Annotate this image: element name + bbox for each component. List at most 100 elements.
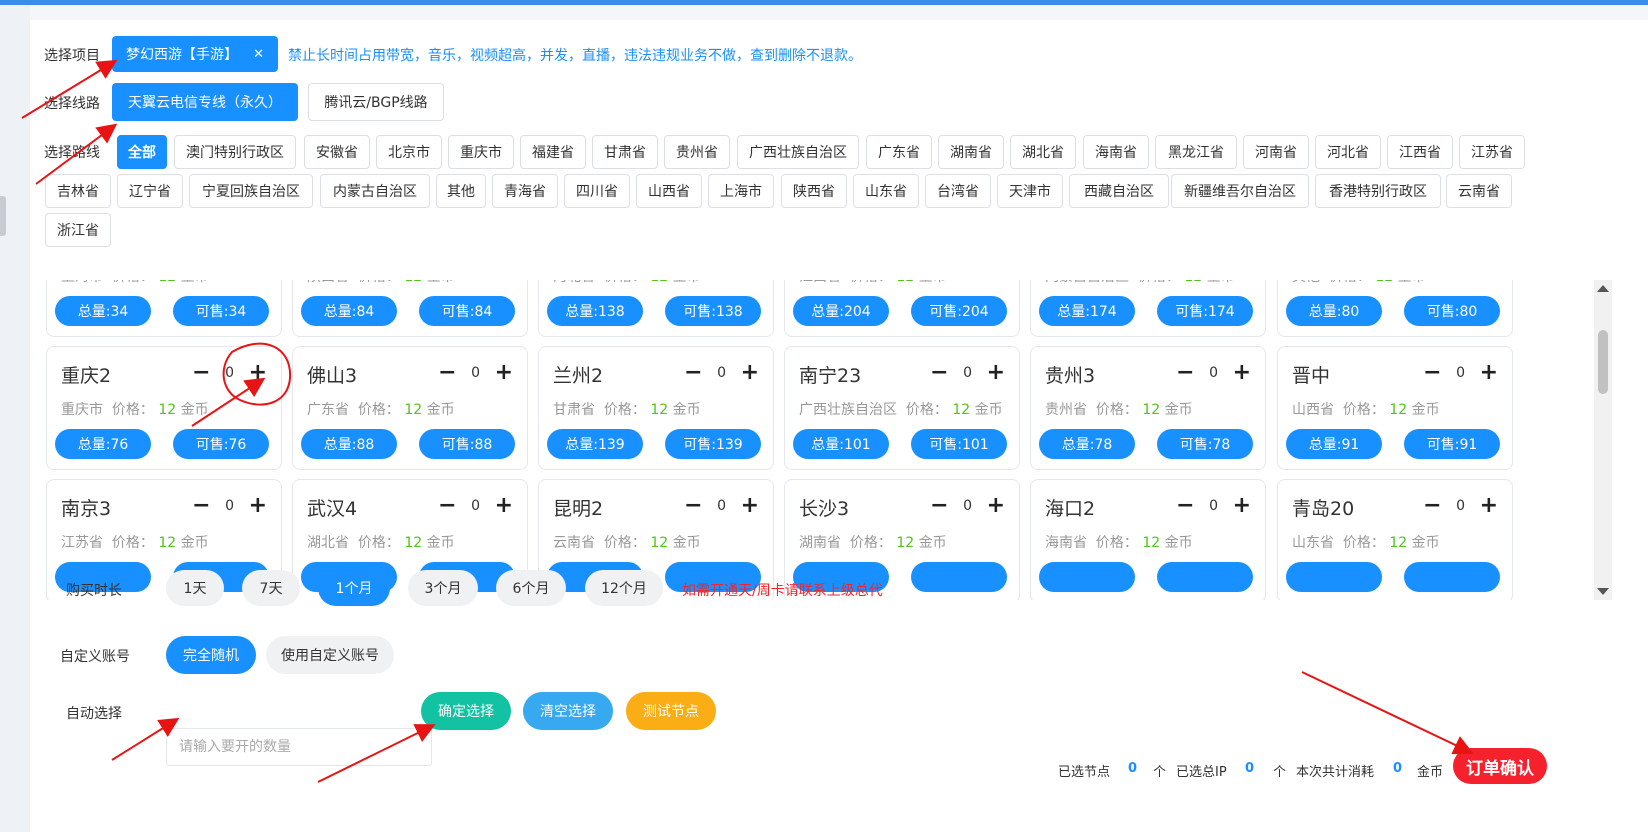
price-label: 价格： [1342,402,1385,418]
left-sidebar-strip [0,5,30,832]
region-chip[interactable]: 四川省 [564,174,630,208]
region-chip[interactable]: 新疆维吾尔自治区 [1171,174,1309,208]
quantity-value: 0 [225,498,235,514]
region-chip[interactable]: 山西省 [636,174,702,208]
close-icon[interactable]: ✕ [253,47,264,62]
region-chip[interactable]: 台湾省 [925,174,991,208]
node-price: 12 [404,535,423,551]
node-grid-scroll-thumb[interactable] [1598,330,1608,394]
region-chip[interactable]: 甘肃省 [592,135,658,169]
node-province: 上海市 [61,280,103,285]
node-province: 云南省 [553,535,595,551]
minus-icon[interactable]: − [438,362,456,384]
minus-icon[interactable]: − [438,495,456,517]
node-quantity-input[interactable] [166,728,432,766]
region-chip[interactable]: 香港特别行政区 [1315,174,1441,208]
minus-icon[interactable]: − [192,495,210,517]
plus-icon[interactable]: + [987,362,1005,384]
region-chip[interactable]: 内蒙古自治区 [320,174,430,208]
quantity-stepper: −0 + [1423,495,1498,517]
duration-option[interactable]: 6个月 [496,570,566,606]
quantity-stepper: −0 + [684,495,759,517]
available-badge: 可售:78 [1157,429,1253,459]
region-chip[interactable]: 西藏自治区 [1069,174,1169,208]
selected-project-tag[interactable]: 梦幻西游【手游】 ✕ [112,36,278,72]
minus-icon[interactable]: − [1176,362,1194,384]
sidebar-collapse-handle[interactable] [0,196,6,236]
minus-icon[interactable]: − [1176,495,1194,517]
scroll-up-icon[interactable] [1597,285,1609,292]
node-card: −0+其他 价格： 12 金币总量:80可售:80 [1277,280,1513,337]
minus-icon[interactable]: − [684,362,702,384]
region-chip[interactable]: 宁夏回族自治区 [189,174,313,208]
region-chip[interactable]: 浙江省 [45,213,111,247]
plus-icon[interactable]: + [495,495,513,517]
region-chip[interactable]: 青海省 [492,174,558,208]
line-option-bgp[interactable]: 腾讯云/BGP线路 [308,83,444,121]
region-chip[interactable]: 其他 [436,174,486,208]
region-chip[interactable]: 江苏省 [1459,135,1525,169]
plus-icon[interactable]: + [1233,495,1251,517]
duration-option[interactable]: 12个月 [585,570,663,606]
minus-icon[interactable]: − [1423,362,1441,384]
region-chip[interactable]: 广东省 [866,135,932,169]
price-label: 价格： [604,280,646,285]
plus-icon[interactable]: + [741,362,759,384]
region-chip[interactable]: 重庆市 [448,135,514,169]
region-chip[interactable]: 上海市 [708,174,774,208]
duration-option[interactable]: 3个月 [408,570,478,606]
scroll-down-icon[interactable] [1597,588,1609,595]
region-chip[interactable]: 湖南省 [938,135,1004,169]
plus-icon[interactable]: + [249,495,267,517]
region-chip[interactable]: 云南省 [1446,174,1512,208]
plus-icon[interactable]: + [987,495,1005,517]
region-chip[interactable]: 河南省 [1243,135,1309,169]
minus-icon[interactable]: − [930,495,948,517]
plus-icon[interactable]: + [1233,362,1251,384]
node-grid-scrollbar[interactable] [1594,280,1612,600]
region-chip[interactable]: 福建省 [520,135,586,169]
region-chip[interactable]: 北京市 [376,135,442,169]
price-label: 价格： [1138,280,1180,285]
confirm-select-button[interactable]: 确定选择 [421,692,511,730]
region-chip[interactable]: 安徽省 [304,135,370,169]
node-price: 12 [158,535,177,551]
duration-option[interactable]: 1个月 [318,570,390,606]
minus-icon[interactable]: − [192,362,210,384]
minus-icon[interactable]: − [1423,495,1441,517]
region-chip[interactable]: 贵州省 [664,135,730,169]
account-random-button[interactable]: 完全随机 [166,636,256,674]
plus-icon[interactable]: + [741,495,759,517]
region-chip[interactable]: 江西省 [1387,135,1453,169]
plus-icon[interactable]: + [249,362,267,384]
node-meta: 内蒙古自治区 价格： 12 金币 [1045,280,1235,286]
node-name: 晋中 [1292,365,1331,387]
region-chip[interactable]: 辽宁省 [117,174,183,208]
clear-select-button[interactable]: 清空选择 [523,692,613,730]
region-chip[interactable]: 澳门特别行政区 [174,135,296,169]
plus-icon[interactable]: + [1480,495,1498,517]
region-chip[interactable]: 全部 [117,135,167,169]
region-chip[interactable]: 天津市 [997,174,1063,208]
line-option-telecom[interactable]: 天翼云电信专线（永久） [112,83,298,121]
plus-icon[interactable]: + [1480,362,1498,384]
region-chip[interactable]: 河北省 [1315,135,1381,169]
order-confirm-button[interactable]: 订单确认 [1453,748,1547,784]
region-chip[interactable]: 湖北省 [1010,135,1076,169]
price-label: 价格： [358,280,400,285]
region-chip[interactable]: 黑龙江省 [1155,135,1237,169]
minus-icon[interactable]: − [684,495,702,517]
region-chip[interactable]: 吉林省 [45,174,111,208]
quantity-value: 0 [717,365,727,381]
plus-icon[interactable]: + [495,362,513,384]
region-chip[interactable]: 广西壮族自治区 [737,135,859,169]
region-chip[interactable]: 陕西省 [781,174,847,208]
minus-icon[interactable]: − [930,362,948,384]
node-province: 江西省 [799,280,841,285]
account-custom-button[interactable]: 使用自定义账号 [266,636,394,674]
test-node-button[interactable]: 测试节点 [626,692,716,730]
region-chip[interactable]: 山东省 [853,174,919,208]
region-chip[interactable]: 海南省 [1083,135,1149,169]
duration-option[interactable]: 7天 [242,570,300,606]
duration-option[interactable]: 1天 [166,570,224,606]
